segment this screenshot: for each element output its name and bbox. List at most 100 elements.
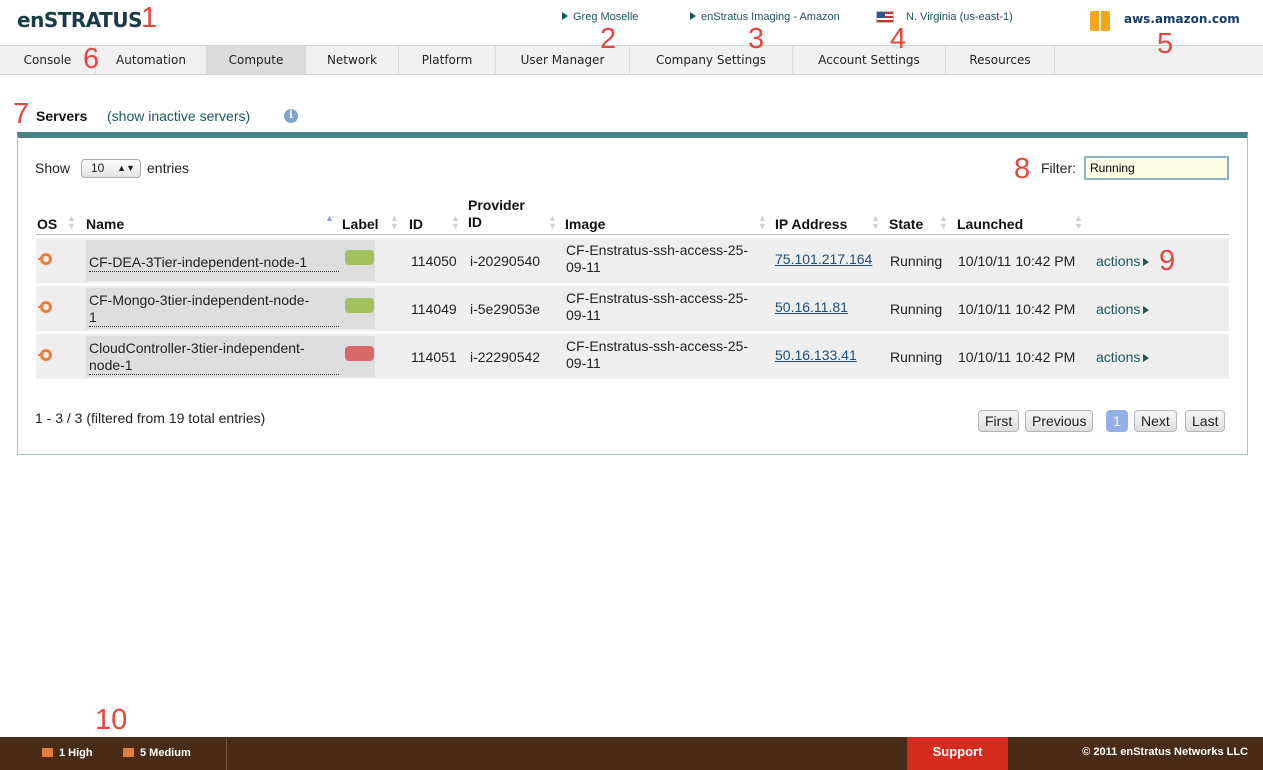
actions-menu[interactable]: actions	[1096, 301, 1150, 318]
account-menu-link[interactable]: enStratus Imaging - Amazon	[690, 11, 840, 23]
sort-icon: ▲ ▼	[451, 213, 460, 231]
pagination-info: 1 - 3 / 3 (filtered from 19 total entrie…	[35, 410, 266, 426]
nav-console[interactable]: Console	[0, 46, 96, 74]
launched: 10/10/11 10:42 PM	[958, 349, 1076, 365]
triangle-right-icon	[1143, 306, 1150, 314]
label-color-swatch[interactable]	[345, 250, 374, 265]
nav-compute[interactable]: Compute	[207, 46, 306, 74]
server-name-link[interactable]: CloudController-3tier-independent-node-1	[89, 340, 339, 375]
triangle-right-icon	[1143, 354, 1150, 362]
image-name: CF-Enstratus-ssh-access-25- 09-11	[566, 290, 749, 323]
name-cell: CloudController-3tier-independent-node-1	[86, 336, 375, 377]
sort-icon: ▲ ▼	[758, 213, 767, 231]
launched: 10/10/11 10:42 PM	[958, 253, 1076, 269]
filter-input[interactable]	[1084, 156, 1229, 180]
footer-bar: 1 High 5 Medium Support © 2011 enStratus…	[0, 737, 1263, 770]
aws-box-icon	[1090, 11, 1110, 31]
sort-icon: ▲ ▼	[939, 213, 948, 231]
table-row[interactable]: CF-Mongo-3tier-independent-node- 1 114049…	[36, 286, 1229, 331]
state: Running	[890, 349, 943, 365]
table-row[interactable]: CF-DEA-3Tier-independent-node-1 114050 i…	[36, 238, 1229, 283]
info-icon[interactable]: i	[284, 109, 298, 123]
triangle-right-icon	[690, 12, 696, 20]
server-name-link[interactable]: CF-DEA-3Tier-independent-node-1	[89, 254, 339, 272]
main-nav: Console Automation Compute Network Platf…	[0, 45, 1263, 75]
provider-link[interactable]: aws.amazon.com	[1124, 12, 1240, 26]
sort-ascending-icon: ▲	[325, 213, 334, 223]
col-os[interactable]: OS	[37, 216, 57, 233]
server-id: 114049	[411, 301, 457, 317]
filter-label: Filter:	[1041, 160, 1076, 176]
first-page-button[interactable]: First	[978, 410, 1020, 432]
col-image[interactable]: Image	[565, 216, 605, 233]
nav-resources[interactable]: Resources	[946, 46, 1055, 74]
enstratus-logo[interactable]: enSTRATUS	[17, 8, 142, 32]
annotation-9: 9	[1159, 245, 1176, 277]
actions-menu[interactable]: actions	[1096, 253, 1150, 270]
label-color-swatch[interactable]	[345, 346, 374, 361]
nav-account-settings[interactable]: Account Settings	[793, 46, 946, 74]
server-name-link[interactable]: CF-Mongo-3tier-independent-node- 1	[89, 292, 339, 327]
state: Running	[890, 301, 943, 317]
annotation-1: 1	[141, 2, 158, 34]
annotation-5: 5	[1157, 28, 1174, 60]
col-state[interactable]: State	[889, 216, 923, 233]
nav-company-settings[interactable]: Company Settings	[630, 46, 793, 74]
high-alerts[interactable]: 1 High	[42, 737, 93, 770]
entries-per-page-select[interactable]: 10 ▲▼	[81, 159, 141, 178]
ubuntu-icon	[38, 253, 52, 265]
footer-divider	[226, 737, 227, 770]
annotation-2: 2	[600, 23, 617, 55]
region-selector[interactable]: N. Virginia (us-east-1)	[906, 11, 1013, 23]
last-page-button[interactable]: Last	[1185, 410, 1226, 432]
support-button[interactable]: Support	[907, 737, 1008, 770]
col-launched[interactable]: Launched	[957, 216, 1023, 233]
col-ip-address[interactable]: IP Address	[775, 216, 847, 233]
actions-menu[interactable]: actions	[1096, 349, 1150, 366]
sort-icon: ▲ ▼	[67, 213, 76, 231]
sort-icon: ▲ ▼	[1074, 213, 1083, 231]
annotation-10: 10	[95, 704, 128, 736]
nav-automation[interactable]: Automation	[96, 46, 207, 74]
ubuntu-icon	[38, 349, 52, 361]
alert-flag-icon	[123, 748, 134, 757]
ip-address-link[interactable]: 50.16.11.81	[775, 299, 848, 316]
image-name: CF-Enstratus-ssh-access-25- 09-11	[566, 338, 749, 371]
user-menu-link[interactable]: Greg Moselle	[562, 11, 638, 23]
previous-page-button[interactable]: Previous	[1025, 410, 1094, 432]
col-provider-id[interactable]: Provider ID	[468, 197, 538, 231]
page-title: Servers	[36, 108, 88, 124]
col-name[interactable]: Name	[86, 216, 124, 233]
triangle-right-icon	[562, 12, 568, 20]
annotation-7: 7	[13, 98, 30, 130]
annotation-4: 4	[890, 23, 907, 55]
state: Running	[890, 253, 943, 269]
server-id: 114050	[411, 253, 457, 269]
server-id: 114051	[411, 349, 457, 365]
image-name: CF-Enstratus-ssh-access-25- 09-11	[566, 242, 749, 275]
triangle-right-icon	[1143, 258, 1150, 266]
show-inactive-servers-link[interactable]: (show inactive servers)	[107, 108, 250, 124]
label-color-swatch[interactable]	[345, 298, 374, 313]
annotation-8: 8	[1014, 153, 1031, 185]
entries-label: entries	[147, 160, 190, 176]
nav-platform[interactable]: Platform	[399, 46, 496, 74]
provider-id: i-20290540	[470, 253, 541, 269]
sort-icon: ▲ ▼	[871, 213, 880, 231]
launched: 10/10/11 10:42 PM	[958, 301, 1076, 317]
show-label: Show	[35, 160, 71, 176]
col-label[interactable]: Label	[342, 216, 379, 233]
us-flag-icon	[876, 11, 894, 23]
table-header-divider	[36, 234, 1229, 235]
ip-address-link[interactable]: 50.16.133.41	[775, 347, 857, 364]
provider-id: i-22290542	[470, 349, 541, 365]
current-page-button[interactable]: 1	[1106, 410, 1128, 432]
next-page-button[interactable]: Next	[1134, 410, 1177, 432]
annotation-3: 3	[748, 23, 765, 55]
nav-network[interactable]: Network	[306, 46, 399, 74]
col-id[interactable]: ID	[409, 216, 423, 233]
medium-alerts[interactable]: 5 Medium	[123, 737, 191, 770]
table-row[interactable]: CloudController-3tier-independent-node-1…	[36, 334, 1229, 379]
sort-icon: ▲ ▼	[548, 213, 557, 231]
ip-address-link[interactable]: 75.101.217.164	[775, 251, 872, 268]
